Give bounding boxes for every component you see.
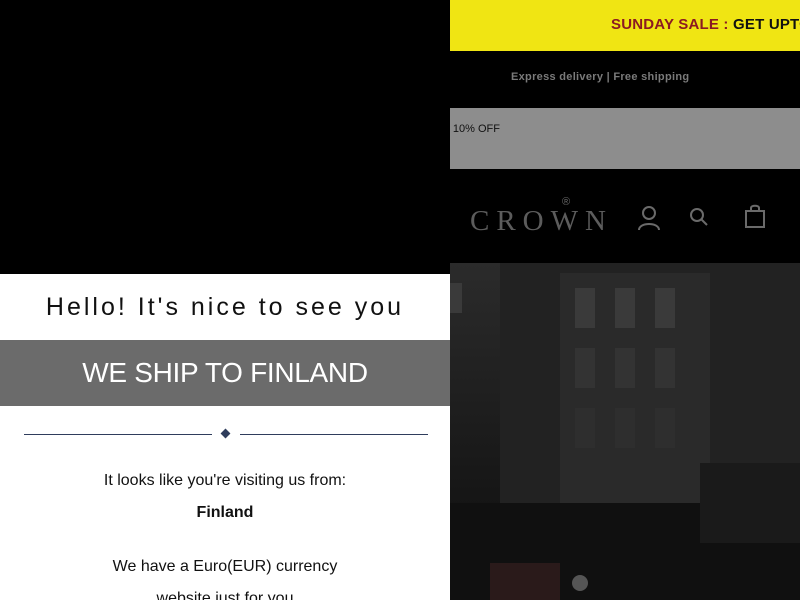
sale-offer: GET UPTO — [733, 16, 800, 33]
delivery-text: Express delivery | Free shipping — [511, 71, 690, 83]
country-name: Finland — [196, 504, 254, 521]
sale-text[interactable]: SUNDAY SALE : GET UPTO — [611, 16, 800, 33]
currency-text-line-2: website just for you — [156, 590, 294, 600]
account-icon[interactable] — [637, 205, 661, 236]
brand-logo[interactable]: CROWN — [470, 205, 613, 238]
popup-greeting: Hello! It's nice to see you — [45, 293, 405, 321]
diamond-icon — [220, 428, 231, 439]
page: SUNDAY SALE : GET UPTO Express delivery … — [0, 0, 800, 600]
divider-line-right — [240, 434, 428, 435]
geo-popup: Hello! It's nice to see you WE SHIP TO F… — [0, 274, 450, 600]
cart-icon[interactable] — [744, 203, 766, 234]
registered-mark: ® — [562, 196, 571, 208]
divider-line-left — [24, 434, 212, 435]
modal-backdrop[interactable] — [0, 0, 450, 274]
visiting-text: It looks like you're visiting us from: — [103, 472, 347, 489]
ship-band: WE SHIP TO FINLAND — [0, 340, 450, 406]
search-icon[interactable] — [689, 207, 709, 232]
ship-title: WE SHIP TO FINLAND — [82, 357, 368, 388]
sale-label: SUNDAY SALE : — [611, 16, 729, 33]
currency-text-line-1: We have a Euro(EUR) currency — [112, 558, 338, 575]
popup-divider — [24, 427, 428, 441]
